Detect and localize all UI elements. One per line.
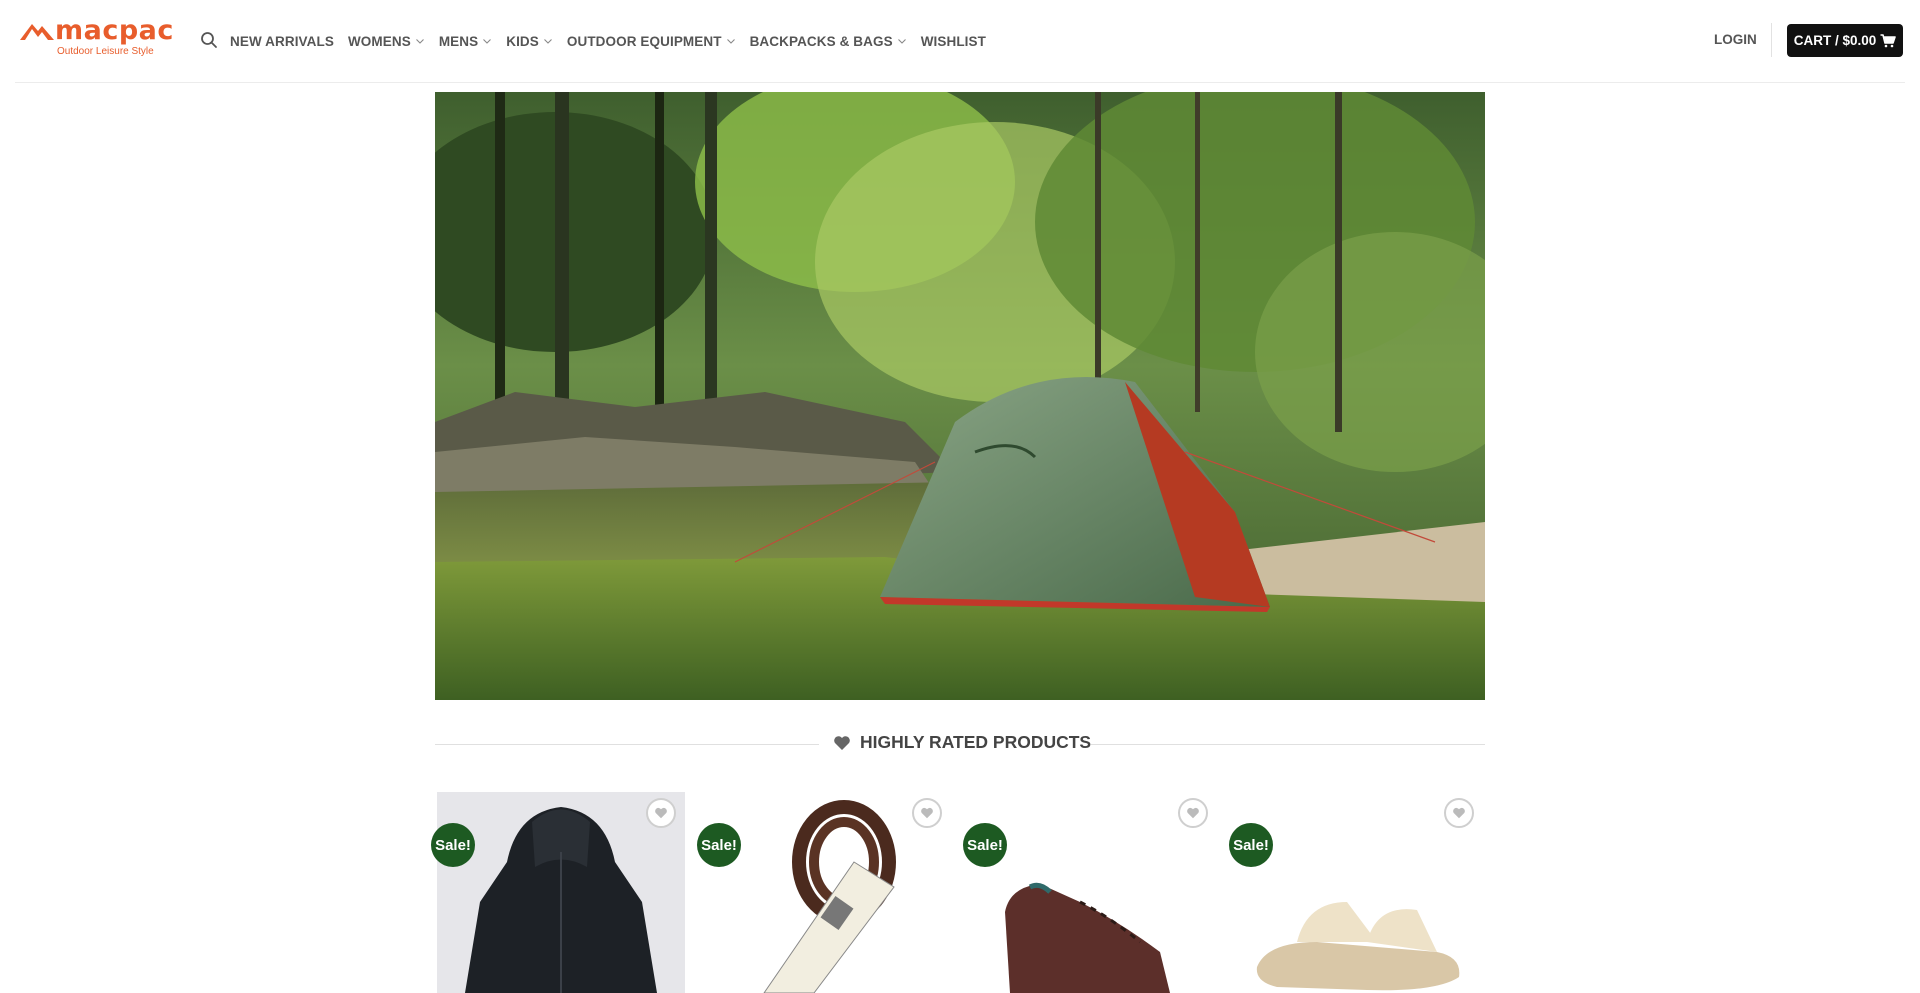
nav-kids[interactable]: KIDS: [506, 34, 553, 49]
chevron-down-icon: [415, 39, 424, 44]
heading-divider-left: [435, 744, 819, 745]
cart-label: CART / $0.00: [1793, 33, 1877, 48]
wishlist-button[interactable]: [646, 798, 676, 828]
hero-banner-image[interactable]: [435, 92, 1485, 700]
sale-badge: Sale!: [697, 823, 741, 867]
nav-label: WOMENS: [347, 33, 411, 49]
wishlist-button[interactable]: [912, 798, 942, 828]
product-image-jacket: [437, 792, 685, 993]
chevron-down-icon: [483, 39, 492, 44]
main-nav: NEW ARRIVALS WOMENS MENS KIDS OUTDOOR EQ…: [230, 31, 1000, 51]
tent-scene-illustration: [435, 92, 1485, 700]
mountain-logo-icon: [20, 24, 54, 40]
login-link[interactable]: LOGIN: [1714, 32, 1757, 47]
heart-icon: [655, 807, 667, 819]
macpac-logo[interactable]: macpac Outdoor Leisure Style: [19, 15, 173, 62]
nav-wishlist[interactable]: WISHLIST: [921, 34, 986, 49]
chevron-down-icon: [897, 39, 906, 44]
section-heading: HIGHLY RATED PRODUCTS: [435, 732, 1485, 756]
wishlist-button[interactable]: [1178, 798, 1208, 828]
product-card[interactable]: [437, 792, 685, 993]
heart-icon: [1187, 807, 1199, 819]
nav-label: KIDS: [506, 33, 539, 49]
brand-name: macpac: [55, 15, 174, 46]
heart-icon: [834, 735, 850, 750]
sale-badge: Sale!: [963, 823, 1007, 867]
nav-label: NEW ARRIVALS: [230, 33, 334, 49]
header-border: [15, 82, 1905, 83]
site-header: macpac Outdoor Leisure Style NEW ARRIVAL…: [0, 0, 1920, 82]
nav-label: WISHLIST: [920, 33, 986, 49]
nav-label: MENS: [438, 33, 479, 49]
nav-backpacks-bags[interactable]: BACKPACKS & BAGS: [750, 34, 907, 49]
nav-label: BACKPACKS & BAGS: [749, 33, 893, 49]
wishlist-button[interactable]: [1444, 798, 1474, 828]
heart-icon: [921, 807, 933, 819]
chevron-down-icon: [726, 39, 735, 44]
heart-icon: [1453, 807, 1465, 819]
sale-badge: Sale!: [431, 823, 475, 867]
search-icon[interactable]: [200, 31, 218, 49]
section-heading-label: HIGHLY RATED PRODUCTS: [833, 732, 1091, 753]
shopping-cart-icon: [1880, 33, 1897, 47]
nav-womens[interactable]: WOMENS: [348, 34, 425, 49]
heading-divider-right: [1091, 744, 1485, 745]
nav-label: OUTDOOR EQUIPMENT: [566, 33, 722, 49]
section-title-text: HIGHLY RATED PRODUCTS: [860, 732, 1092, 752]
nav-mens[interactable]: MENS: [439, 34, 492, 49]
chevron-down-icon: [543, 39, 552, 44]
brand-tagline: Outdoor Leisure Style: [57, 46, 154, 57]
cart-button[interactable]: CART / $0.00: [1787, 24, 1903, 57]
header-divider: [1771, 23, 1772, 57]
nav-new-arrivals[interactable]: NEW ARRIVALS: [230, 34, 334, 49]
nav-outdoor-equipment[interactable]: OUTDOOR EQUIPMENT: [567, 34, 736, 49]
sale-badge: Sale!: [1229, 823, 1273, 867]
